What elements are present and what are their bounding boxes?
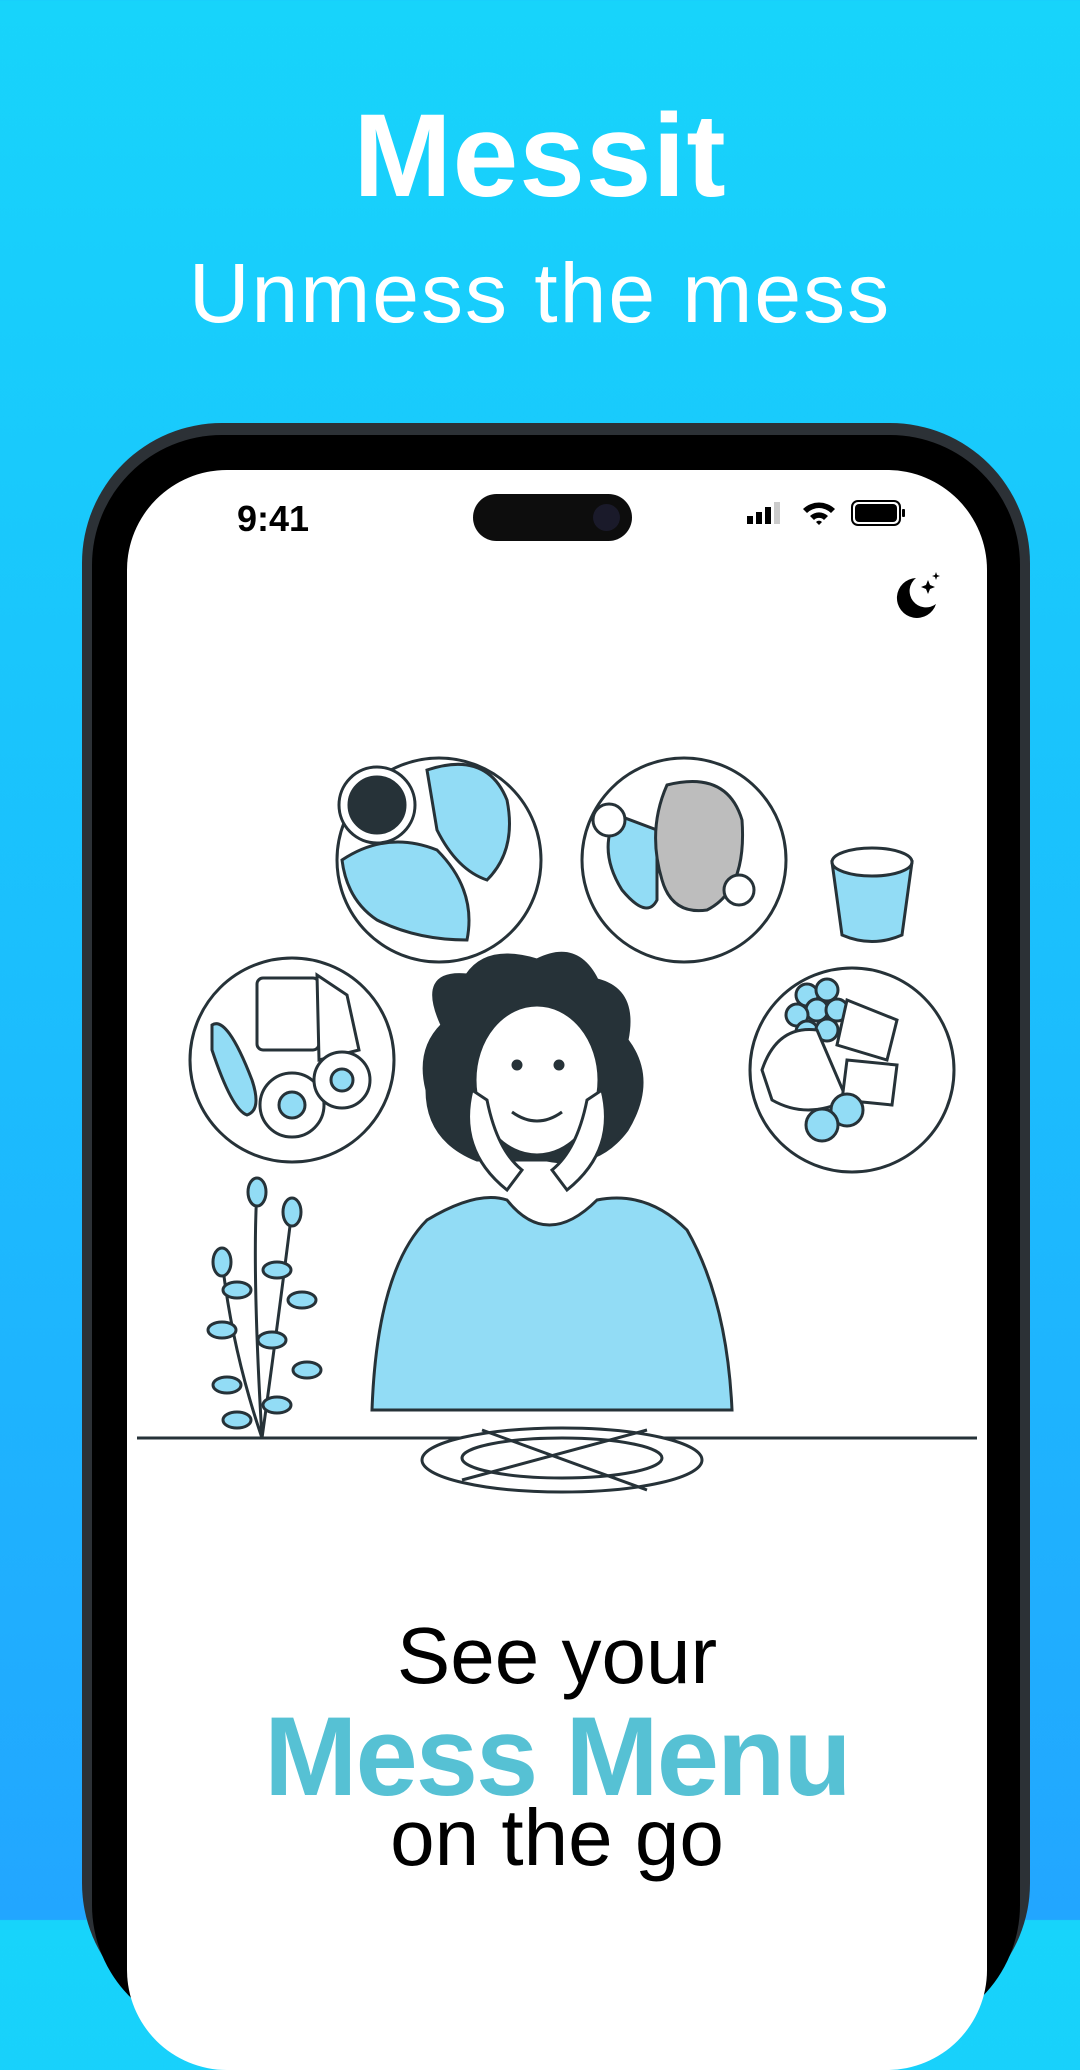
milk-glass <box>830 846 914 943</box>
croissant-plate <box>335 756 543 964</box>
cheese-plate <box>748 966 956 1174</box>
salmon-plate <box>580 756 788 964</box>
breakfast-plate <box>188 956 396 1164</box>
empty-plate <box>420 1426 704 1494</box>
tagline-line3: on the go <box>390 1793 724 1882</box>
app-subtitle: Unmess the mess <box>188 246 892 340</box>
tagline-line1: See your <box>396 1611 718 1700</box>
app-title: Messit <box>353 90 727 222</box>
food-illustration <box>137 756 977 1494</box>
phone-screen: 9:41 See your Mess Menu on the go <box>127 470 987 2070</box>
woman <box>370 951 734 1412</box>
plant <box>206 1176 323 1439</box>
